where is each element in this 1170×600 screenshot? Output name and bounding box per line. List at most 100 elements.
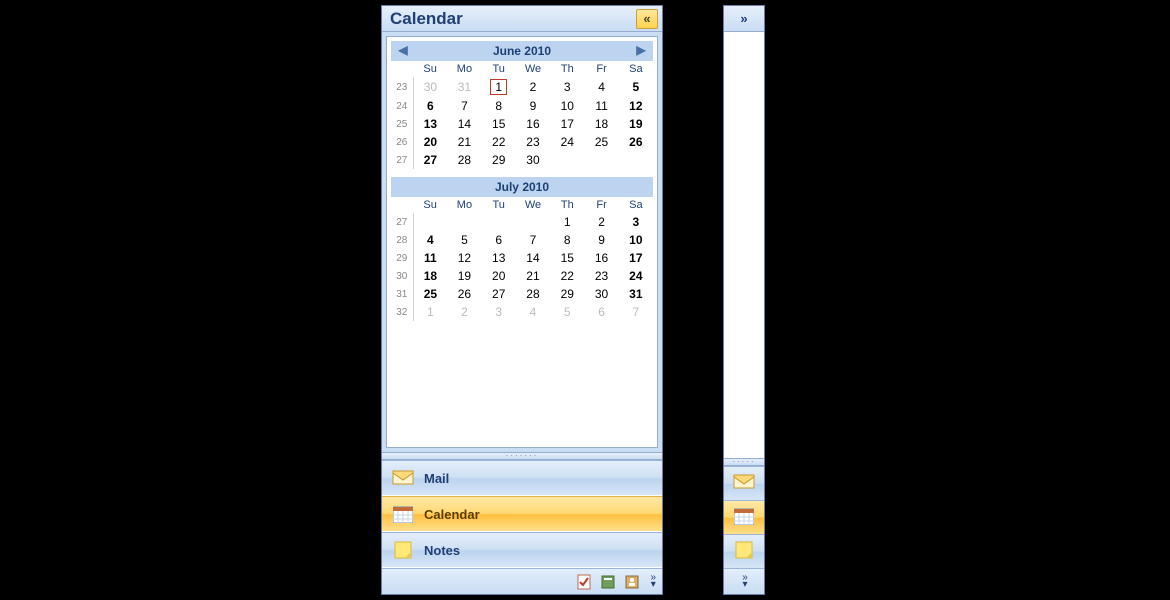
day-cell[interactable]: 11 bbox=[584, 97, 618, 115]
day-cell[interactable]: 12 bbox=[619, 97, 653, 115]
contacts-icon[interactable] bbox=[624, 573, 642, 591]
day-cell[interactable]: 14 bbox=[516, 249, 550, 267]
day-cell[interactable]: 28 bbox=[516, 285, 550, 303]
week-number: 32 bbox=[391, 303, 413, 321]
day-cell[interactable]: 1 bbox=[550, 213, 584, 231]
day-header: We bbox=[516, 197, 550, 213]
day-cell[interactable]: 9 bbox=[584, 231, 618, 249]
day-cell[interactable]: 5 bbox=[619, 77, 653, 97]
day-cell[interactable]: 30 bbox=[413, 77, 447, 97]
day-cell[interactable]: 23 bbox=[584, 267, 618, 285]
tasks-icon[interactable] bbox=[576, 573, 594, 591]
splitter-handle-collapsed[interactable]: ····· bbox=[724, 458, 764, 466]
day-cell[interactable]: 5 bbox=[447, 231, 481, 249]
day-cell[interactable]: 16 bbox=[584, 249, 618, 267]
expand-button[interactable]: » bbox=[724, 6, 764, 32]
day-cell[interactable]: 19 bbox=[619, 115, 653, 133]
arrow-right-icon bbox=[668, 275, 718, 325]
day-cell[interactable]: 20 bbox=[482, 267, 516, 285]
day-cell[interactable]: 22 bbox=[550, 267, 584, 285]
day-cell[interactable]: 7 bbox=[619, 303, 653, 321]
day-cell[interactable]: 7 bbox=[447, 97, 481, 115]
day-cell[interactable]: 1 bbox=[413, 303, 447, 321]
day-cell[interactable]: 23 bbox=[516, 133, 550, 151]
configure-buttons-icon[interactable]: »▾ bbox=[648, 575, 656, 588]
day-cell[interactable]: 24 bbox=[550, 133, 584, 151]
day-cell[interactable]: 3 bbox=[550, 77, 584, 97]
splitter-handle[interactable]: ······· bbox=[382, 452, 662, 460]
day-cell[interactable]: 10 bbox=[550, 97, 584, 115]
day-cell[interactable]: 29 bbox=[482, 151, 516, 169]
day-cell[interactable]: 13 bbox=[413, 115, 447, 133]
nav-item-mail[interactable]: Mail bbox=[382, 460, 662, 496]
day-cell[interactable]: 25 bbox=[584, 133, 618, 151]
day-cell[interactable]: 12 bbox=[447, 249, 481, 267]
day-cell[interactable]: 24 bbox=[619, 267, 653, 285]
day-cell[interactable]: 28 bbox=[447, 151, 481, 169]
day-cell[interactable]: 6 bbox=[413, 97, 447, 115]
day-cell[interactable]: 18 bbox=[413, 267, 447, 285]
day-cell[interactable]: 31 bbox=[447, 77, 481, 97]
day-cell[interactable]: 15 bbox=[550, 249, 584, 267]
day-cell[interactable]: 4 bbox=[516, 303, 550, 321]
overflow-bar-collapsed: »▾ bbox=[724, 568, 764, 594]
mini-nav-item-mail[interactable] bbox=[724, 466, 764, 500]
nav-pane-collapsed: » ····· »▾ bbox=[723, 5, 765, 595]
configure-buttons-icon-collapsed[interactable]: »▾ bbox=[740, 575, 748, 588]
day-cell[interactable]: 20 bbox=[413, 133, 447, 151]
day-cell[interactable]: 30 bbox=[584, 285, 618, 303]
day-cell[interactable]: 18 bbox=[584, 115, 618, 133]
day-cell[interactable]: 2 bbox=[584, 213, 618, 231]
day-cell bbox=[413, 213, 447, 231]
next-month-button[interactable]: ▶ bbox=[633, 43, 649, 57]
day-cell[interactable]: 1 bbox=[482, 77, 516, 97]
day-cell[interactable]: 21 bbox=[516, 267, 550, 285]
collapse-button[interactable]: « bbox=[636, 9, 658, 29]
day-cell[interactable]: 14 bbox=[447, 115, 481, 133]
prev-month-button[interactable]: ◀ bbox=[395, 43, 411, 57]
nav-group: MailCalendarNotes bbox=[382, 460, 662, 568]
day-cell[interactable]: 19 bbox=[447, 267, 481, 285]
day-cell[interactable]: 4 bbox=[584, 77, 618, 97]
day-cell[interactable]: 8 bbox=[550, 231, 584, 249]
day-cell[interactable]: 17 bbox=[619, 249, 653, 267]
day-cell[interactable]: 2 bbox=[516, 77, 550, 97]
day-cell[interactable]: 21 bbox=[447, 133, 481, 151]
day-cell[interactable]: 11 bbox=[413, 249, 447, 267]
day-cell[interactable]: 3 bbox=[619, 213, 653, 231]
day-cell[interactable]: 16 bbox=[516, 115, 550, 133]
day-cell[interactable]: 2 bbox=[447, 303, 481, 321]
day-header: Sa bbox=[619, 197, 653, 213]
day-cell[interactable]: 26 bbox=[447, 285, 481, 303]
day-cell[interactable]: 5 bbox=[550, 303, 584, 321]
day-cell[interactable]: 15 bbox=[482, 115, 516, 133]
day-cell[interactable]: 6 bbox=[584, 303, 618, 321]
day-cell[interactable]: 7 bbox=[516, 231, 550, 249]
day-cell[interactable]: 10 bbox=[619, 231, 653, 249]
journal-icon[interactable] bbox=[600, 573, 618, 591]
mail-icon bbox=[733, 474, 755, 493]
day-cell[interactable]: 17 bbox=[550, 115, 584, 133]
day-cell[interactable]: 25 bbox=[413, 285, 447, 303]
day-cell[interactable]: 30 bbox=[516, 151, 550, 169]
day-cell[interactable]: 31 bbox=[619, 285, 653, 303]
day-cell[interactable]: 3 bbox=[482, 303, 516, 321]
day-header: Tu bbox=[482, 61, 516, 77]
day-cell[interactable]: 13 bbox=[482, 249, 516, 267]
mini-nav-item-notes[interactable] bbox=[724, 534, 764, 568]
day-cell[interactable]: 27 bbox=[413, 151, 447, 169]
day-cell[interactable]: 9 bbox=[516, 97, 550, 115]
day-cell[interactable]: 27 bbox=[482, 285, 516, 303]
day-cell[interactable]: 6 bbox=[482, 231, 516, 249]
collapsed-body bbox=[724, 32, 764, 458]
day-cell[interactable]: 4 bbox=[413, 231, 447, 249]
day-cell[interactable]: 29 bbox=[550, 285, 584, 303]
day-cell[interactable]: 26 bbox=[619, 133, 653, 151]
mini-nav-item-calendar[interactable] bbox=[724, 500, 764, 534]
nav-item-notes[interactable]: Notes bbox=[382, 532, 662, 568]
nav-item-calendar[interactable]: Calendar bbox=[382, 496, 662, 532]
week-number: 23 bbox=[391, 77, 413, 97]
day-cell[interactable]: 22 bbox=[482, 133, 516, 151]
nav-pane-title: Calendar bbox=[390, 9, 636, 29]
day-cell[interactable]: 8 bbox=[482, 97, 516, 115]
